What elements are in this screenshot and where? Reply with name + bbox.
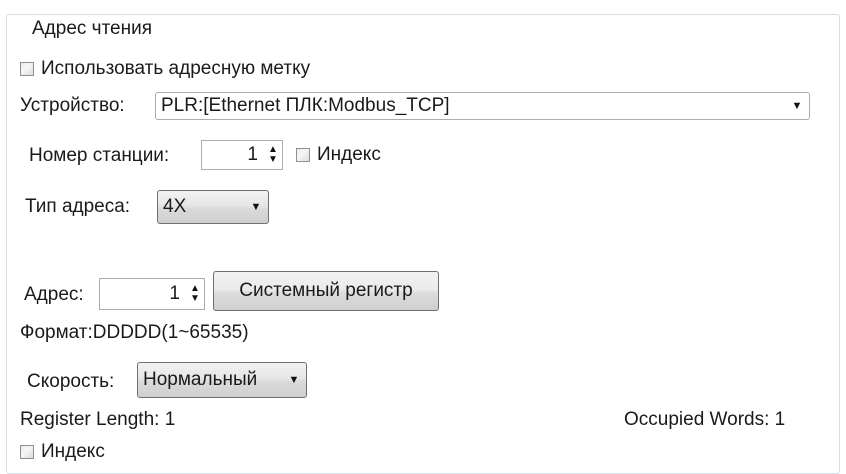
station-label: Номер станции:	[29, 145, 170, 166]
up-down-spinner-icon[interactable]: ▲ ▼	[186, 284, 204, 304]
use-address-tag-label: Использовать адресную метку	[41, 58, 311, 79]
occupied-words-text: Occupied Words: 1	[624, 409, 786, 430]
address-label: Адрес:	[24, 284, 84, 305]
address-value: 1	[169, 283, 180, 304]
use-address-tag-checkbox[interactable]	[20, 62, 34, 76]
read-address-group: Адрес чтения	[6, 14, 840, 474]
device-label: Устройство:	[20, 95, 125, 116]
address-type-select[interactable]: 4X ▼	[157, 190, 269, 224]
bottom-index-label: Индекс	[41, 441, 105, 462]
register-length-text: Register Length: 1	[20, 409, 176, 430]
station-number-value: 1	[247, 144, 258, 165]
speed-select[interactable]: Нормальный ▼	[137, 362, 307, 398]
address-spinner[interactable]: 1 ▲ ▼	[99, 278, 205, 310]
group-title: Адрес чтения	[27, 17, 158, 41]
station-index-checkbox[interactable]	[296, 148, 310, 162]
device-value: PLR:[Ethernet ПЛК:Modbus_TCP]	[161, 95, 450, 116]
address-type-label: Тип адреса:	[25, 196, 131, 217]
chevron-down-icon: ▼	[250, 201, 262, 213]
station-number-spinner[interactable]: 1 ▲ ▼	[201, 140, 283, 170]
up-down-spinner-icon[interactable]: ▲ ▼	[264, 145, 282, 165]
chevron-down-icon: ▼	[288, 374, 300, 386]
format-text: Формат:DDDDD(1~65535)	[20, 322, 249, 343]
address-type-value: 4X	[163, 196, 187, 217]
device-select[interactable]: PLR:[Ethernet ПЛК:Modbus_TCP] ▼	[155, 92, 810, 120]
system-register-button[interactable]: Системный регистр	[213, 271, 439, 311]
bottom-index-checkbox[interactable]	[20, 445, 34, 459]
chevron-down-icon: ▼	[791, 100, 803, 112]
speed-value: Нормальный	[143, 369, 258, 390]
speed-label: Скорость:	[27, 371, 115, 392]
station-index-label: Индекс	[317, 144, 381, 165]
